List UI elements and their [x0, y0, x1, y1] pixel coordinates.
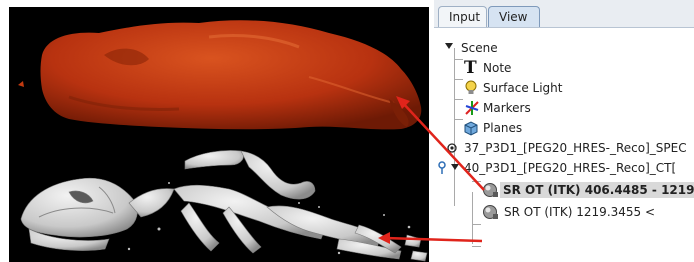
annotation-arrow-tissue — [396, 96, 485, 191]
annotation-overlay — [378, 96, 485, 244]
annotation-arrow-bone — [378, 232, 483, 244]
